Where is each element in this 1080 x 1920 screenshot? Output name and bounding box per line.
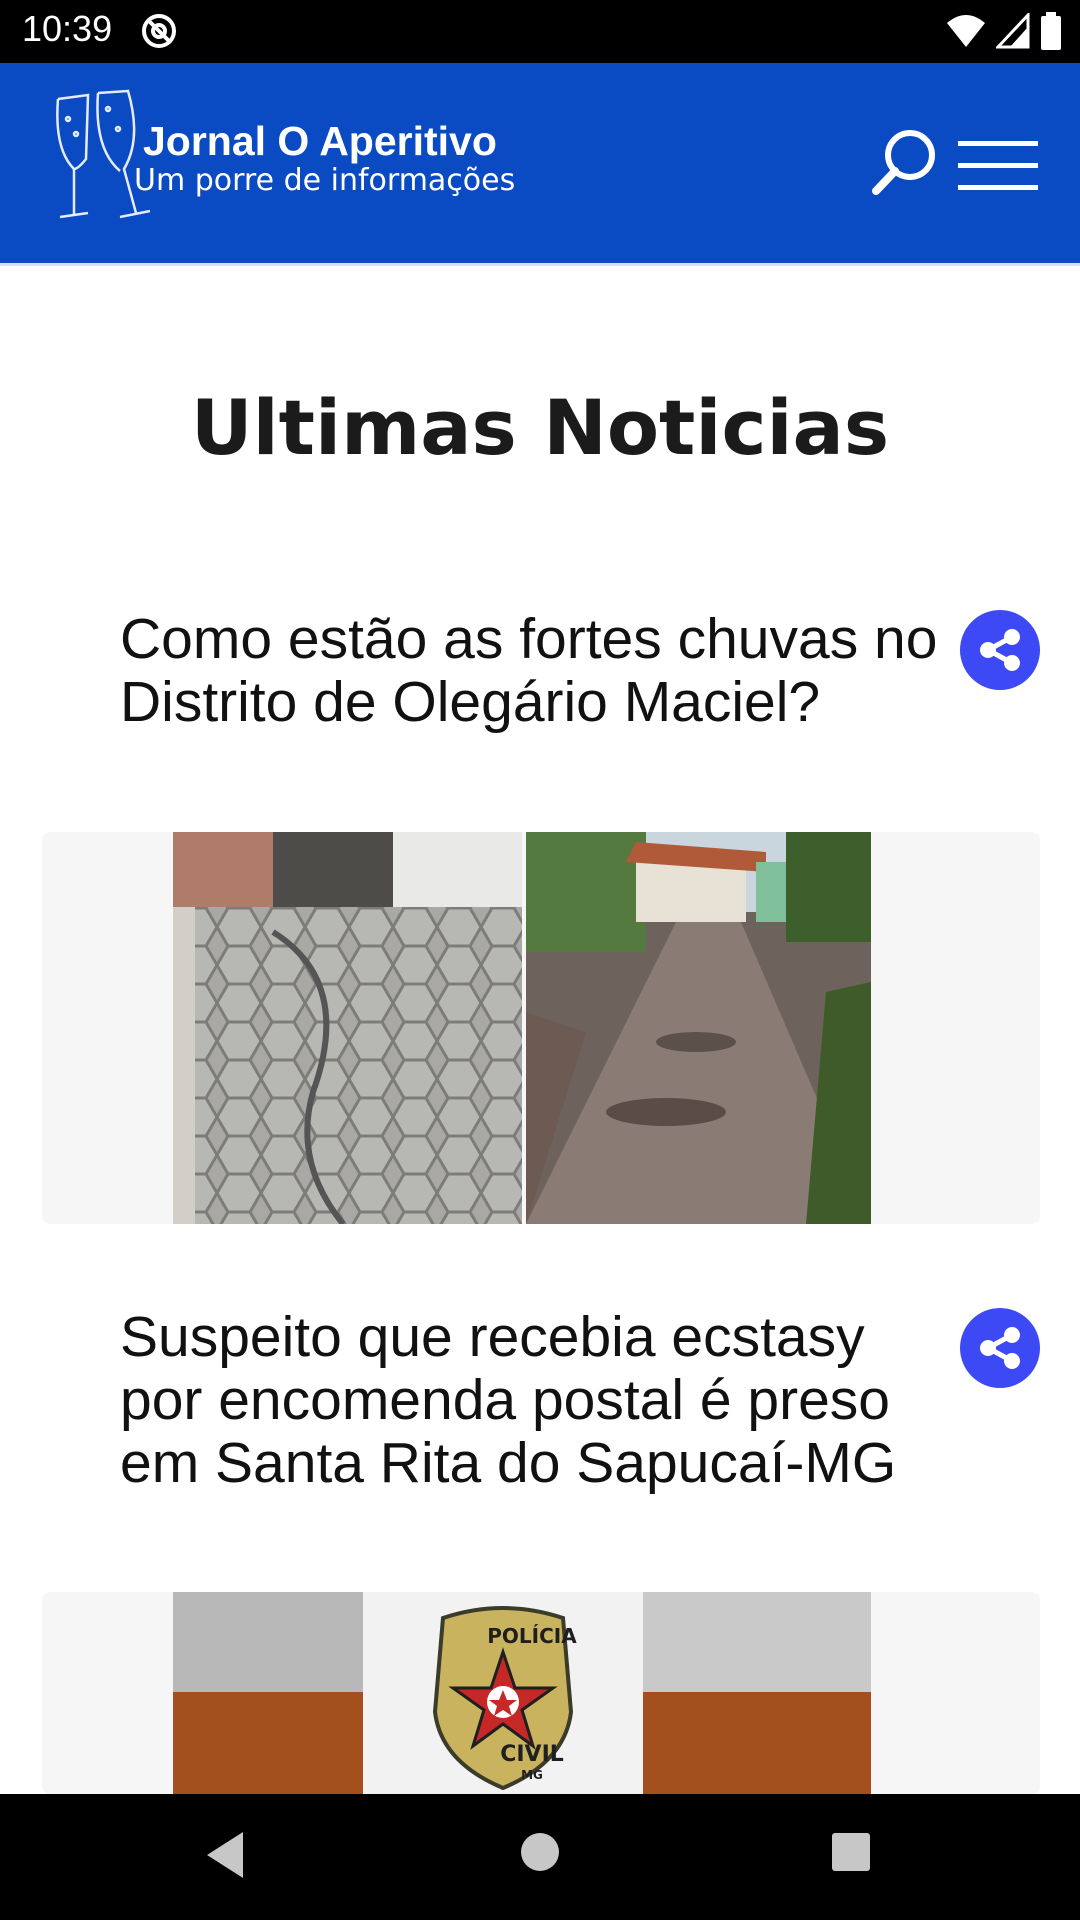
back-icon[interactable]: [203, 1830, 247, 1880]
badge-bottom-text: CIVIL: [500, 1742, 564, 1767]
article-title[interactable]: Como estão as fortes chuvas no Distrito …: [120, 608, 950, 734]
page-title: Ultimas Noticias: [190, 383, 890, 472]
app-header: Jornal O Aperitivo Um porre de informaçõ…: [0, 63, 1080, 266]
share-icon: [980, 629, 1020, 671]
home-icon[interactable]: [520, 1832, 560, 1872]
wet-street-village-photo: [526, 832, 871, 1224]
badge-state-text: MG: [521, 1768, 543, 1782]
badge-top-text: POLÍCIA: [487, 1624, 577, 1648]
share-icon: [980, 1327, 1020, 1369]
share-button[interactable]: [960, 1308, 1040, 1388]
status-time: 10:39: [22, 8, 113, 49]
article-image[interactable]: POLÍCIA CIVIL MG: [42, 1592, 1040, 1794]
article-image[interactable]: [42, 832, 1040, 1224]
search-icon[interactable]: [868, 125, 940, 197]
article-title[interactable]: Suspeito que recebia ecstasy por encomen…: [120, 1306, 950, 1495]
status-icons: [946, 12, 1062, 50]
cellular-signal-icon: [996, 13, 1030, 49]
at-sign-icon: [142, 14, 176, 48]
wifi-icon: [947, 15, 985, 47]
brand-title[interactable]: Jornal O Aperitivo: [143, 118, 497, 165]
broken-hexagon-paving-photo: [173, 832, 522, 1224]
status-bar: 10:39: [0, 0, 1080, 63]
recents-icon[interactable]: [831, 1832, 871, 1872]
brand-tagline: Um porre de informações: [134, 163, 516, 198]
battery-icon: [1041, 12, 1061, 50]
hamburger-menu-icon[interactable]: [958, 139, 1038, 191]
navigation-bar: [0, 1794, 1080, 1920]
share-button[interactable]: [960, 610, 1040, 690]
